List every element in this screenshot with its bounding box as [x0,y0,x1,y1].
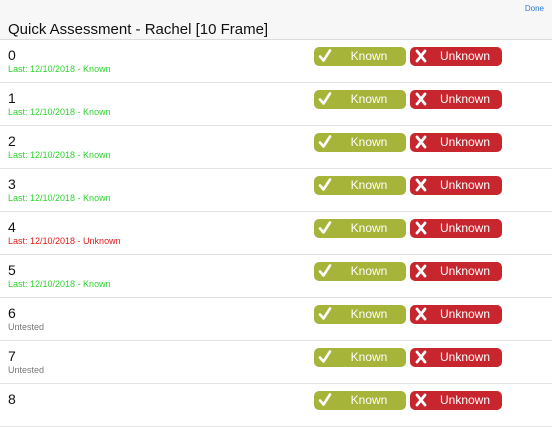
item-number: 1 [8,90,16,106]
checkmark-icon [318,263,332,279]
known-button[interactable]: Known [314,47,406,66]
page-title: Quick Assessment - Rachel [10 Frame] [8,21,269,38]
item-status: Last: 12/10/2018 - Known [8,64,111,74]
checkmark-icon [318,349,332,365]
item-number: 2 [8,133,16,149]
unknown-button-label: Unknown [439,221,491,235]
known-button-label: Known [350,178,388,192]
unknown-button-label: Unknown [439,49,491,63]
x-icon [414,177,428,193]
unknown-button-label: Unknown [439,92,491,106]
list-item: 2 Last: 12/10/2018 - Known Known Unknown [0,126,552,169]
item-number: 3 [8,176,16,192]
checkmark-icon [318,177,332,193]
item-number: 5 [8,262,16,278]
known-button-label: Known [350,307,388,321]
item-number: 7 [8,348,16,364]
unknown-button[interactable]: Unknown [410,90,502,109]
list-item: 5 Last: 12/10/2018 - Known Known Unknown [0,255,552,298]
item-number: 0 [8,47,16,63]
navigation-bar: Done [0,0,552,21]
unknown-button[interactable]: Unknown [410,176,502,195]
known-button[interactable]: Known [314,133,406,152]
unknown-button[interactable]: Unknown [410,219,502,238]
item-status: Last: 12/10/2018 - Unknown [8,236,121,246]
checkmark-icon [318,91,332,107]
item-status: Untested [8,365,45,375]
unknown-button-label: Unknown [439,178,491,192]
known-button-label: Known [350,350,388,364]
known-button-label: Known [350,221,388,235]
unknown-button-label: Unknown [439,393,491,407]
item-status: Last: 12/10/2018 - Known [8,150,111,160]
done-button[interactable]: Done [525,4,544,13]
title-bar: Quick Assessment - Rachel [10 Frame] [0,20,552,40]
list-item: 4 Last: 12/10/2018 - Unknown Known Unknown [0,212,552,255]
x-icon [414,392,428,408]
unknown-button[interactable]: Unknown [410,262,502,281]
item-number: 6 [8,305,16,321]
known-button[interactable]: Known [314,391,406,410]
checkmark-icon [318,392,332,408]
list-item: 7 Untested Known Unknown [0,341,552,384]
unknown-button-label: Unknown [439,264,491,278]
unknown-button[interactable]: Unknown [410,305,502,324]
x-icon [414,48,428,64]
x-icon [414,134,428,150]
known-button[interactable]: Known [314,176,406,195]
checkmark-icon [318,220,332,236]
x-icon [414,263,428,279]
item-status: Last: 12/10/2018 - Known [8,193,111,203]
item-status: Last: 12/10/2018 - Known [8,279,111,289]
list-item: 8 Known Unknown [0,384,552,427]
x-icon [414,220,428,236]
known-button[interactable]: Known [314,348,406,367]
known-button-label: Known [350,49,388,63]
list-item: 0 Last: 12/10/2018 - Known Known Unknown [0,40,552,83]
item-number: 8 [8,391,16,407]
list-item: 1 Last: 12/10/2018 - Known Known Unknown [0,83,552,126]
item-status: Last: 12/10/2018 - Known [8,107,111,117]
unknown-button[interactable]: Unknown [410,133,502,152]
unknown-button-label: Unknown [439,350,491,364]
known-button[interactable]: Known [314,262,406,281]
x-icon [414,349,428,365]
checkmark-icon [318,48,332,64]
unknown-button[interactable]: Unknown [410,348,502,367]
known-button-label: Known [350,393,388,407]
assessment-list[interactable]: 0 Last: 12/10/2018 - Known Known Unknown 1 La… [0,40,552,427]
x-icon [414,306,428,322]
known-button-label: Known [350,92,388,106]
item-status: Untested [8,322,45,332]
x-icon [414,91,428,107]
known-button[interactable]: Known [314,305,406,324]
known-button-label: Known [350,135,388,149]
list-item: 6 Untested Known Unknown [0,298,552,341]
known-button[interactable]: Known [314,219,406,238]
checkmark-icon [318,306,332,322]
known-button-label: Known [350,264,388,278]
unknown-button-label: Unknown [439,135,491,149]
known-button[interactable]: Known [314,90,406,109]
list-item: 3 Last: 12/10/2018 - Known Known Unknown [0,169,552,212]
item-number: 4 [8,219,16,235]
unknown-button[interactable]: Unknown [410,47,502,66]
unknown-button-label: Unknown [439,307,491,321]
unknown-button[interactable]: Unknown [410,391,502,410]
checkmark-icon [318,134,332,150]
